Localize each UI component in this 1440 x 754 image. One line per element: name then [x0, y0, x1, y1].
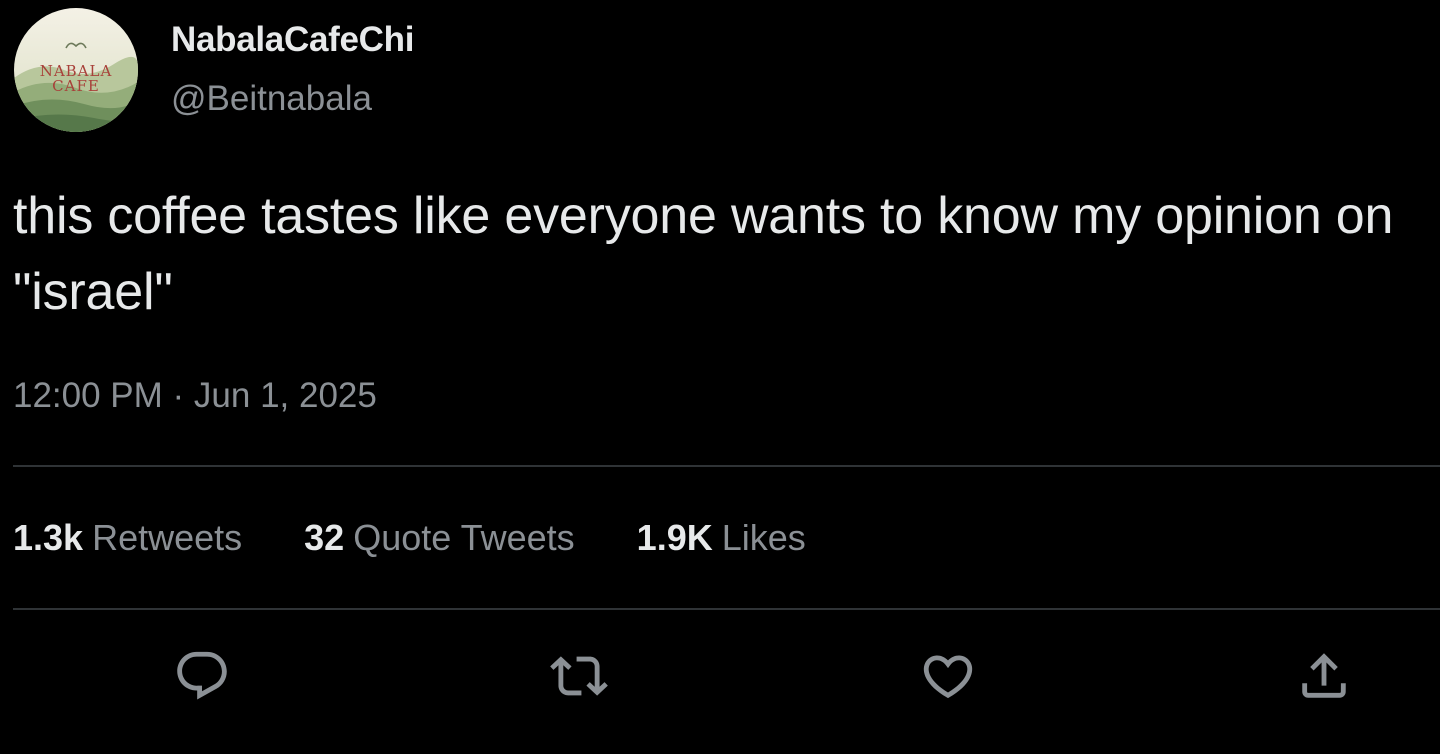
- author-handle[interactable]: @Beitnabala: [171, 79, 372, 119]
- divider: [13, 465, 1440, 467]
- reply-button[interactable]: [172, 646, 232, 706]
- likes-count: 1.9K: [636, 517, 713, 558]
- nabala-cafe-logo: NABALA CAFE: [14, 8, 138, 132]
- likes-label: Likes: [721, 517, 806, 558]
- avatar-logo-line2: CAFE: [52, 77, 100, 95]
- like-heart-icon: [923, 655, 973, 699]
- avatar[interactable]: NABALA CAFE: [14, 8, 138, 132]
- divider: [13, 608, 1440, 610]
- quote-tweets-count: 32: [304, 517, 345, 558]
- tweet-detail: NABALA CAFE NabalaCafeChi @Beitnabala th…: [0, 0, 1440, 754]
- likes-stat[interactable]: 1.9K Likes: [637, 517, 806, 559]
- retweet-icon: [550, 656, 608, 696]
- retweet-button[interactable]: [549, 646, 609, 706]
- share-icon: [1302, 653, 1346, 698]
- tweet-timestamp[interactable]: 12:00 PM · Jun 1, 2025: [13, 376, 377, 416]
- retweets-count: 1.3k: [13, 517, 84, 558]
- share-button[interactable]: [1294, 646, 1354, 706]
- like-button[interactable]: [918, 646, 978, 706]
- tweet-text: this coffee tastes like everyone wants t…: [13, 187, 1394, 321]
- author-name[interactable]: NabalaCafeChi: [171, 20, 414, 60]
- retweets-label: Retweets: [92, 517, 243, 558]
- quote-tweets-label: Quote Tweets: [353, 517, 575, 558]
- reply-icon: [177, 651, 227, 700]
- quote-tweets-stat[interactable]: 32 Quote Tweets: [304, 517, 575, 559]
- engagement-stats: 1.3k Retweets 32 Quote Tweets 1.9K Likes: [13, 517, 868, 559]
- retweets-stat[interactable]: 1.3k Retweets: [13, 517, 242, 559]
